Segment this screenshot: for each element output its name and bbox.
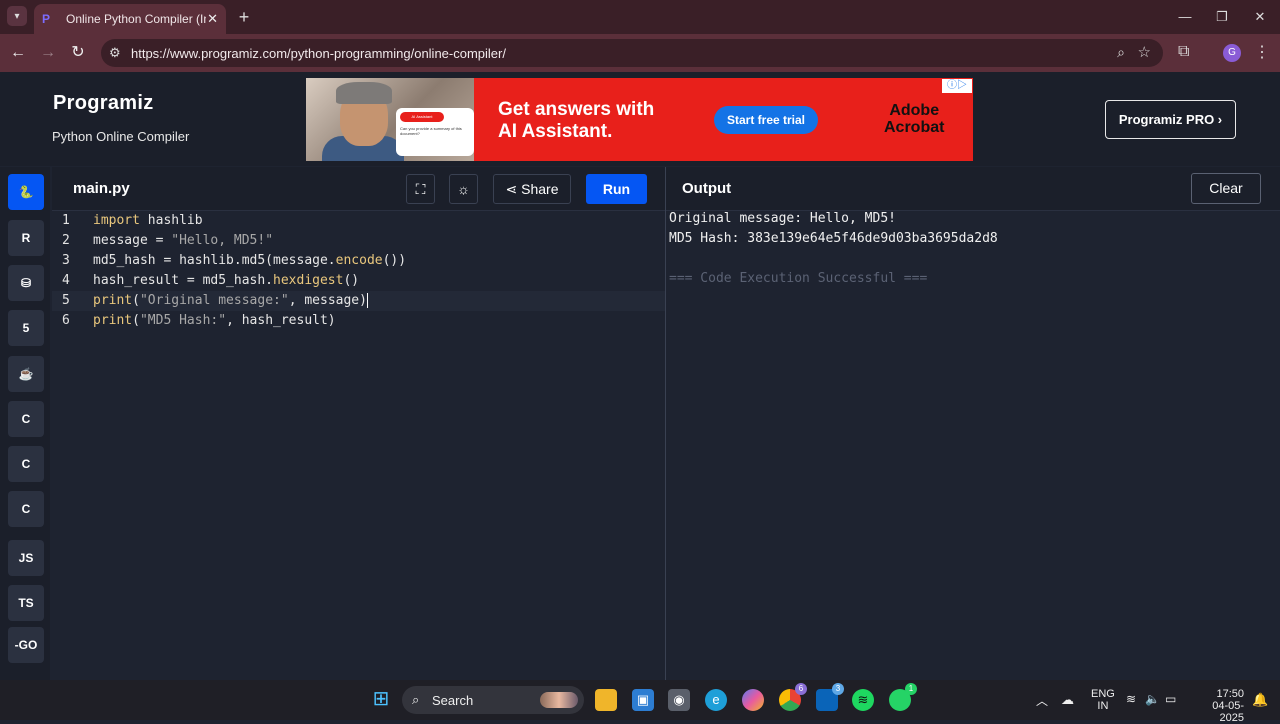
site-info-icon[interactable]: ⚙ (109, 45, 121, 61)
bookmark-star-icon[interactable]: ☆ (1138, 43, 1151, 61)
spotify-icon[interactable]: ≋ (852, 689, 874, 711)
adchoices-icon[interactable]: ⓘ▷ (942, 79, 972, 93)
sql-icon[interactable]: ⛁ (8, 265, 44, 301)
html-icon[interactable]: 5 (8, 310, 44, 346)
maximize-icon[interactable]: ❐ (1212, 8, 1232, 26)
programiz-logo[interactable]: Programiz (53, 92, 154, 115)
outlook-icon[interactable]: 3 (816, 683, 844, 711)
cpp-icon[interactable]: C (8, 446, 44, 482)
c-icon[interactable]: C (8, 401, 44, 437)
taskbar-search[interactable]: ⌕ Search (402, 686, 584, 714)
code-line: 6 print("MD5 Hash:", hash_result) (62, 313, 336, 328)
close-window-icon[interactable]: ✕ (1250, 8, 1270, 26)
output-line: Original message: Hello, MD5! (669, 211, 896, 226)
execution-status: === Code Execution Successful === (669, 271, 928, 286)
close-tab-icon[interactable]: ✕ (207, 11, 218, 27)
profile-avatar[interactable]: G (1223, 44, 1241, 62)
search-icon: ⌕ (412, 692, 420, 707)
code-line-current: 5 print("Original message:", message) (52, 291, 665, 311)
editor-toolbar: main.py ⛶ ☼ ⋖ Share Run (52, 167, 665, 211)
browser-tab-active[interactable]: P Online Python Compiler (Interpreter) ✕ (34, 4, 226, 34)
programiz-pro-button[interactable]: Programiz PRO › (1105, 100, 1236, 139)
site-header: Programiz Python Online Compiler AI Assi… (0, 72, 1280, 166)
extensions-icon[interactable]: ⧉ (1178, 43, 1189, 61)
whatsapp-icon[interactable]: 1 (889, 683, 917, 711)
browser-toolbar: ← → ↻ ⚙ https://www.programiz.com/python… (0, 34, 1280, 72)
volume-icon[interactable]: 🔈 (1145, 692, 1160, 706)
output-console[interactable]: Original message: Hello, MD5! MD5 Hash: … (666, 211, 1280, 680)
file-explorer-icon[interactable] (595, 689, 617, 711)
tab-list-button[interactable]: ▾ (7, 6, 27, 26)
camera-icon[interactable]: ◉ (668, 689, 690, 711)
edge-icon[interactable]: e (705, 689, 727, 711)
wifi-icon[interactable]: ≋ (1126, 692, 1136, 706)
os-taskbar: ⊞ ⌕ Search ▣ ◉ e 6 3 ≋ 1 ︿ ☁ ENG IN ≋ 🔈 … (0, 680, 1280, 724)
minimize-icon[interactable]: — (1175, 8, 1195, 26)
output-title: Output (682, 180, 732, 197)
output-line: MD5 Hash: 383e139e64e5f46de9d03ba3695da2… (669, 231, 998, 246)
reload-icon[interactable]: ↻ (68, 43, 88, 63)
output-toolbar: Output Clear (666, 167, 1280, 211)
address-bar[interactable]: ⚙ https://www.programiz.com/python-progr… (101, 39, 1163, 67)
code-line: 2 message = "Hello, MD5!" (62, 233, 274, 248)
language-indicator[interactable]: ENG IN (1091, 688, 1115, 712)
browser-menu-icon[interactable]: ⋮ (1254, 42, 1270, 62)
new-tab-button[interactable]: + (234, 7, 254, 27)
ad-brand: Adobe Acrobat (884, 102, 945, 136)
ad-cta-button[interactable]: Start free trial (714, 106, 818, 134)
copilot-icon[interactable] (742, 689, 764, 711)
python-icon[interactable]: 🐍 (8, 174, 44, 210)
url-text[interactable]: https://www.programiz.com/python-program… (131, 46, 506, 61)
r-icon[interactable]: R (8, 220, 44, 256)
csharp-icon[interactable]: C (8, 491, 44, 527)
code-line: 3 md5_hash = hashlib.md5(message.encode(… (62, 253, 407, 268)
run-button[interactable]: Run (586, 174, 647, 204)
zoom-icon[interactable]: ⌕ (1117, 44, 1125, 61)
advertisement-banner[interactable]: AI Assistant Can you provide a summary o… (306, 78, 973, 161)
file-tab[interactable]: main.py (73, 180, 130, 197)
page-subtitle: Python Online Compiler (52, 129, 190, 144)
notification-bell-icon[interactable]: 🔔 (1252, 692, 1268, 708)
java-icon[interactable]: ☕ (8, 356, 44, 392)
go-icon[interactable]: -GO (8, 627, 44, 663)
share-button[interactable]: ⋖ Share (493, 174, 571, 204)
tray-overflow-icon[interactable]: ︿ (1036, 692, 1048, 709)
javascript-icon[interactable]: JS (8, 540, 44, 576)
search-highlight-image (540, 692, 578, 708)
ad-chat-bubble: AI Assistant Can you provide a summary o… (396, 108, 474, 156)
clock[interactable]: 17:50 04-05-2025 (1192, 688, 1244, 724)
battery-icon[interactable]: ▭ (1165, 692, 1176, 706)
ad-headline: Get answers with AI Assistant. (498, 99, 655, 142)
back-icon[interactable]: ← (8, 43, 28, 63)
browser-tab-bar: ▾ P Online Python Compiler (Interpreter)… (0, 0, 1280, 34)
programiz-favicon-icon: P (42, 12, 51, 26)
language-sidebar: 🐍 R ⛁ 5 ☕ C C C JS TS -GO (0, 167, 50, 680)
onedrive-icon[interactable]: ☁ (1061, 692, 1074, 708)
tab-title: Online Python Compiler (Interpreter) (66, 12, 206, 26)
forward-icon[interactable]: → (38, 43, 58, 63)
fullscreen-icon[interactable]: ⛶ (406, 174, 435, 204)
code-line: 4 hash_result = md5_hash.hexdigest() (62, 273, 360, 288)
theme-toggle-icon[interactable]: ☼ (449, 174, 478, 204)
typescript-icon[interactable]: TS (8, 585, 44, 621)
share-icon: ⋖ (505, 181, 518, 197)
store-icon[interactable]: ▣ (632, 689, 654, 711)
code-editor[interactable]: 1 import hashlib 2 message = "Hello, MD5… (52, 211, 665, 680)
windows-start-icon[interactable]: ⊞ (370, 688, 392, 710)
clear-button[interactable]: Clear (1191, 173, 1261, 204)
chrome-icon[interactable]: 6 (779, 683, 807, 711)
code-line: 1 import hashlib (62, 213, 203, 228)
